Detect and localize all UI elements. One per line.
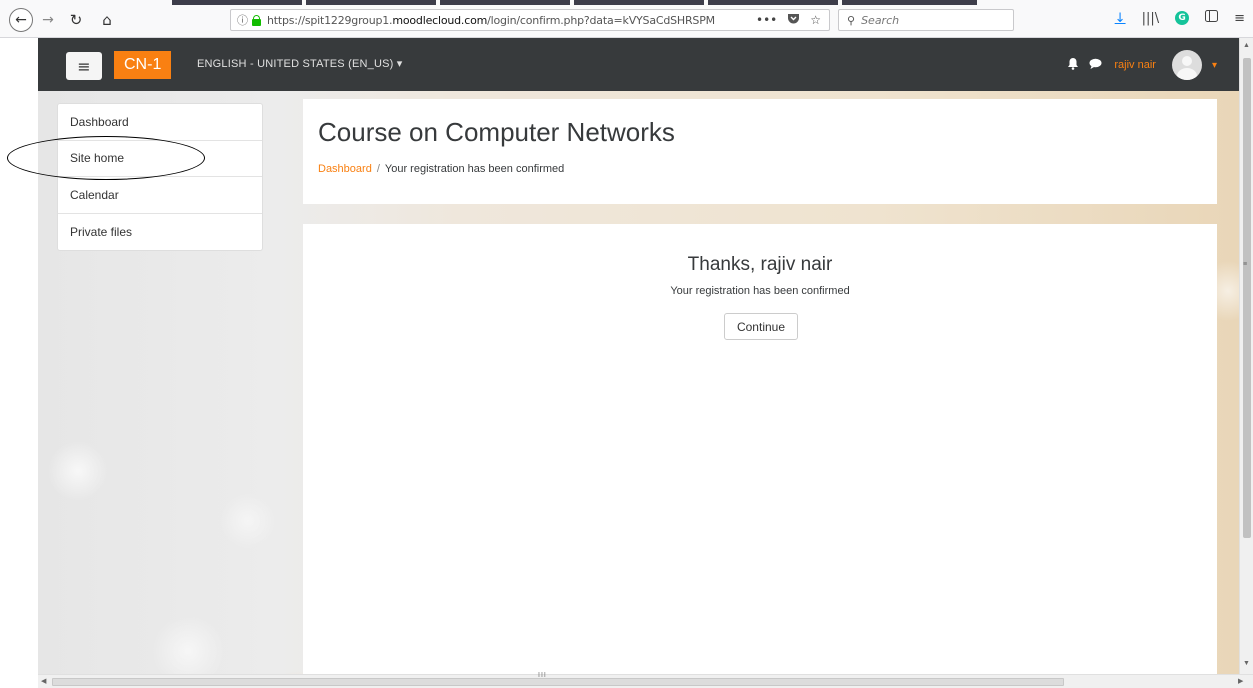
scroll-left-icon[interactable]: ◀ [41,677,46,685]
chevron-down-icon: ▾ [396,58,403,70]
tab-strip-segment [440,0,570,5]
tab-strip-segment [708,0,838,5]
language-label: ENGLISH - UNITED STATES (EN_US) [197,58,394,70]
hamburger-icon[interactable]: ≡ [1234,11,1245,26]
pocket-icon[interactable] [787,13,800,28]
nav-drawer: Dashboard Site home Calendar Private fil… [57,103,263,251]
hamburger-icon: ≡ [77,56,91,76]
site-brand[interactable]: CN-1 [114,51,172,79]
url-domain: moodlecloud.com [392,13,488,27]
horizontal-scrollbar[interactable]: ◀ III ▶ [38,672,1253,688]
drawer-item-site-home[interactable]: Site home [58,141,262,177]
forward-arrow-icon[interactable]: → [38,9,58,31]
bell-icon[interactable] [1067,57,1079,73]
scroll-grip-icon: ≡ [1243,261,1248,268]
search-icon: ⚲ [847,13,856,27]
home-icon[interactable]: ⌂ [96,9,118,31]
chevron-down-icon[interactable]: ▾ [1212,60,1217,71]
scroll-grip: III [538,672,547,679]
url-actions: ••• ☆ [748,12,829,28]
more-actions-button[interactable]: ••• [756,13,777,27]
language-menu[interactable]: ENGLISH - UNITED STATES (EN_US) ▾ [197,57,402,70]
star-icon[interactable]: ☆ [810,13,821,27]
page-left-gutter [0,38,38,688]
page-header: Course on Computer Networks Dashboard / Yo… [303,99,1217,204]
moodle-navbar: ≡ CN-1 ENGLISH - UNITED STATES (EN_US) ▾… [38,38,1239,91]
browser-toolbar: ← → ↻ ⌂ ⓘ https://spit1229group1.moodlec… [0,0,1253,38]
drawer-item-dashboard[interactable]: Dashboard [58,104,262,141]
drawer-item-calendar[interactable]: Calendar [58,177,262,214]
thanks-heading: Thanks, rajiv nair [687,254,833,275]
user-name[interactable]: rajiv nair [1114,59,1156,71]
breadcrumb: Dashboard / Your registration has been con… [318,163,564,175]
tab-strip [0,0,1253,5]
avatar[interactable] [1171,50,1202,80]
download-icon[interactable]: ↓ [1115,11,1126,26]
tab-strip-segment [574,0,704,5]
reload-icon[interactable]: ↻ [66,9,86,31]
vertical-scrollbar[interactable]: ▲ ≡ ▼ [1239,38,1253,674]
lock-icon[interactable] [252,14,261,26]
breadcrumb-dashboard-link[interactable]: Dashboard [318,163,372,175]
url-path: /login/confirm.php?data=kVYSaCdSHRSPM [487,13,715,27]
page-title: Course on Computer Networks [318,117,675,147]
scroll-right-icon[interactable]: ▶ [1238,677,1243,685]
tab-strip-segment [172,0,302,5]
search-input[interactable]: ⚲ Search [838,9,1014,31]
tab-strip-segment [842,0,977,5]
drawer-toggle-button[interactable]: ≡ [66,52,102,80]
chat-icon[interactable] [1089,58,1102,73]
scroll-down-icon[interactable]: ▼ [1243,660,1250,667]
info-icon[interactable]: ⓘ [237,12,248,28]
drawer-item-private-files[interactable]: Private files [58,214,262,251]
url-bar[interactable]: ⓘ https://spit1229group1.moodlecloud.com… [230,9,830,31]
breadcrumb-current: Your registration has been confirmed [384,163,565,175]
url-prefix: https://spit1229group1. [267,13,393,27]
back-arrow-icon[interactable]: ← [9,8,33,32]
vertical-scroll-thumb[interactable] [1243,58,1251,538]
main-content: Thanks, rajiv nair Your registration has… [303,224,1217,674]
tab-strip-segment [306,0,436,5]
continue-button[interactable]: Continue [724,313,798,340]
horizontal-scroll-thumb[interactable] [52,678,1064,686]
sidebar-icon[interactable] [1205,10,1219,26]
breadcrumb-separator: / [376,163,380,175]
confirmation-message: Your registration has been confirmed [670,285,850,297]
scroll-up-icon[interactable]: ▲ [1243,42,1250,49]
browser-toolbar-icons: ↓ |||\ G ≡ [1115,10,1245,26]
library-icon[interactable]: |||\ [1142,11,1160,26]
user-nav: rajiv nair ▾ [1067,50,1217,80]
grammarly-icon[interactable]: G [1175,11,1190,25]
url-text[interactable]: https://spit1229group1.moodlecloud.com/l… [267,14,748,27]
search-placeholder: Search [861,13,900,27]
